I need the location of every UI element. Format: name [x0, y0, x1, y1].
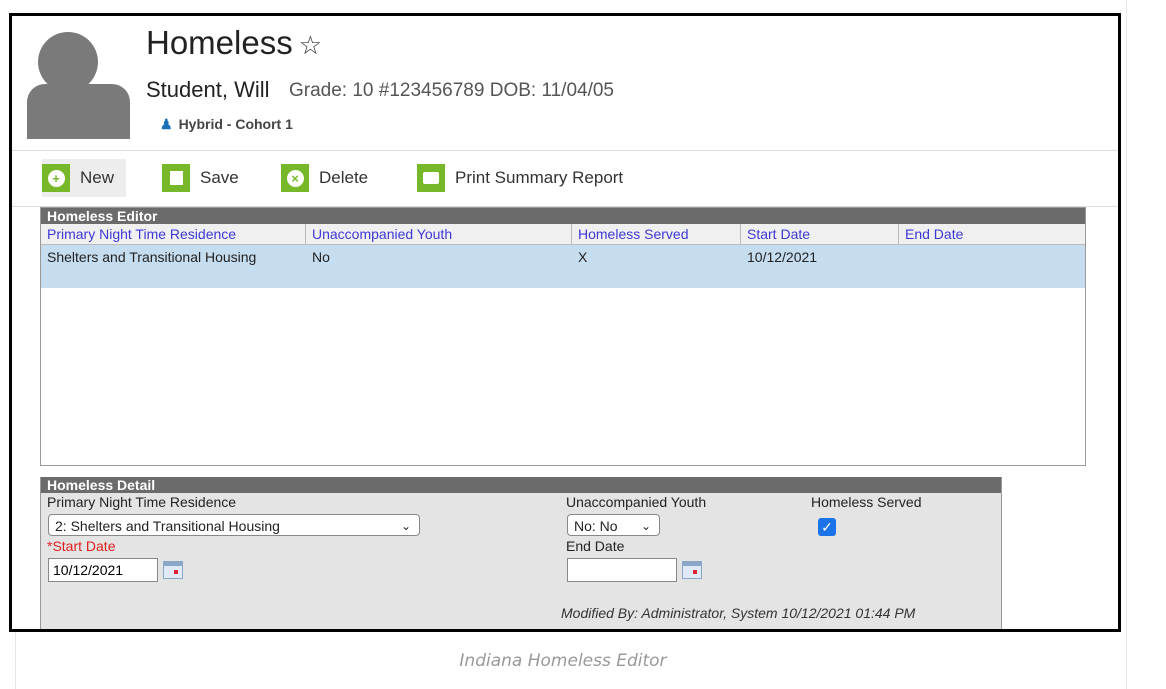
chevron-down-icon: ⌄: [400, 519, 411, 533]
detail-title: Homeless Detail: [41, 477, 1001, 493]
delete-label: Delete: [319, 168, 369, 187]
column-header-youth[interactable]: Unaccompanied Youth: [306, 224, 572, 244]
column-header-served[interactable]: Homeless Served: [572, 224, 741, 244]
calendar-icon[interactable]: [163, 561, 183, 579]
cell-served: X: [578, 249, 588, 265]
save-label: Save: [200, 168, 239, 187]
modified-by-text: Modified By: Administrator, System 10/12…: [561, 605, 916, 621]
end-date-label: End Date: [566, 538, 625, 554]
image-caption: Indiana Homeless Editor: [459, 651, 667, 671]
new-label: New: [80, 168, 115, 187]
page-title: Homeless ☆: [146, 23, 322, 65]
start-date-input[interactable]: 10/12/2021: [48, 558, 158, 582]
page-divider: [1126, 0, 1127, 689]
homeless-served-checkbox[interactable]: ✓: [818, 518, 836, 536]
editor-title: Homeless Editor: [41, 208, 1085, 224]
plus-icon: +: [42, 164, 70, 192]
homeless-editor: Homeless Editor Primary Night Time Resid…: [40, 207, 1086, 466]
new-button[interactable]: + New: [42, 159, 127, 197]
cell-start-date: 10/12/2021: [747, 249, 818, 265]
page-title-text: Homeless: [146, 24, 293, 61]
column-header-end[interactable]: End Date: [899, 224, 1085, 244]
cell-residence: Shelters and Transitional Housing: [47, 249, 257, 265]
print-label: Print Summary Report: [455, 168, 624, 187]
cohort-label: ♟ Hybrid - Cohort 1: [160, 116, 293, 133]
save-button[interactable]: Save: [162, 159, 239, 197]
table-row[interactable]: Shelters and Transitional Housing No X 1…: [41, 245, 1085, 288]
save-icon: [162, 164, 190, 192]
star-icon[interactable]: ☆: [299, 30, 322, 60]
cohort-text: Hybrid - Cohort 1: [178, 116, 293, 132]
printer-icon: [417, 164, 445, 192]
homeless-detail: Homeless Detail Primary Night Time Resid…: [40, 477, 1002, 629]
person-icon: ♟: [160, 116, 173, 132]
residence-select-value: 2: Shelters and Transitional Housing: [55, 518, 280, 534]
action-toolbar: + New Save × Delete Print Summary Report: [12, 153, 1118, 203]
student-name: Student, Will: [146, 77, 270, 102]
avatar-body: [27, 84, 130, 139]
print-summary-button[interactable]: Print Summary Report: [417, 159, 623, 197]
calendar-icon[interactable]: [682, 561, 702, 579]
column-header-residence[interactable]: Primary Night Time Residence: [41, 224, 306, 244]
youth-select[interactable]: No: No ⌄: [567, 514, 660, 536]
divider: [12, 150, 1118, 151]
end-date-input[interactable]: [567, 558, 677, 582]
youth-label: Unaccompanied Youth: [566, 494, 707, 510]
cell-youth: No: [312, 249, 330, 265]
residence-select[interactable]: 2: Shelters and Transitional Housing ⌄: [48, 514, 420, 536]
column-header-start[interactable]: Start Date: [741, 224, 899, 244]
served-label: Homeless Served: [811, 494, 922, 510]
chevron-down-icon: ⌄: [640, 519, 651, 533]
start-date-label: *Start Date: [47, 538, 116, 554]
delete-button[interactable]: × Delete: [281, 159, 368, 197]
table-header: Primary Night Time Residence Unaccompani…: [41, 224, 1085, 245]
residence-label: Primary Night Time Residence: [47, 494, 237, 510]
student-meta: Grade: 10 #123456789 DOB: 11/04/05: [289, 80, 615, 101]
youth-select-value: No: No: [574, 518, 618, 534]
avatar: [38, 32, 98, 92]
delete-icon: ×: [281, 164, 309, 192]
screenshot-frame: Homeless ☆ Student, Will Grade: 10 #12345…: [9, 13, 1121, 632]
